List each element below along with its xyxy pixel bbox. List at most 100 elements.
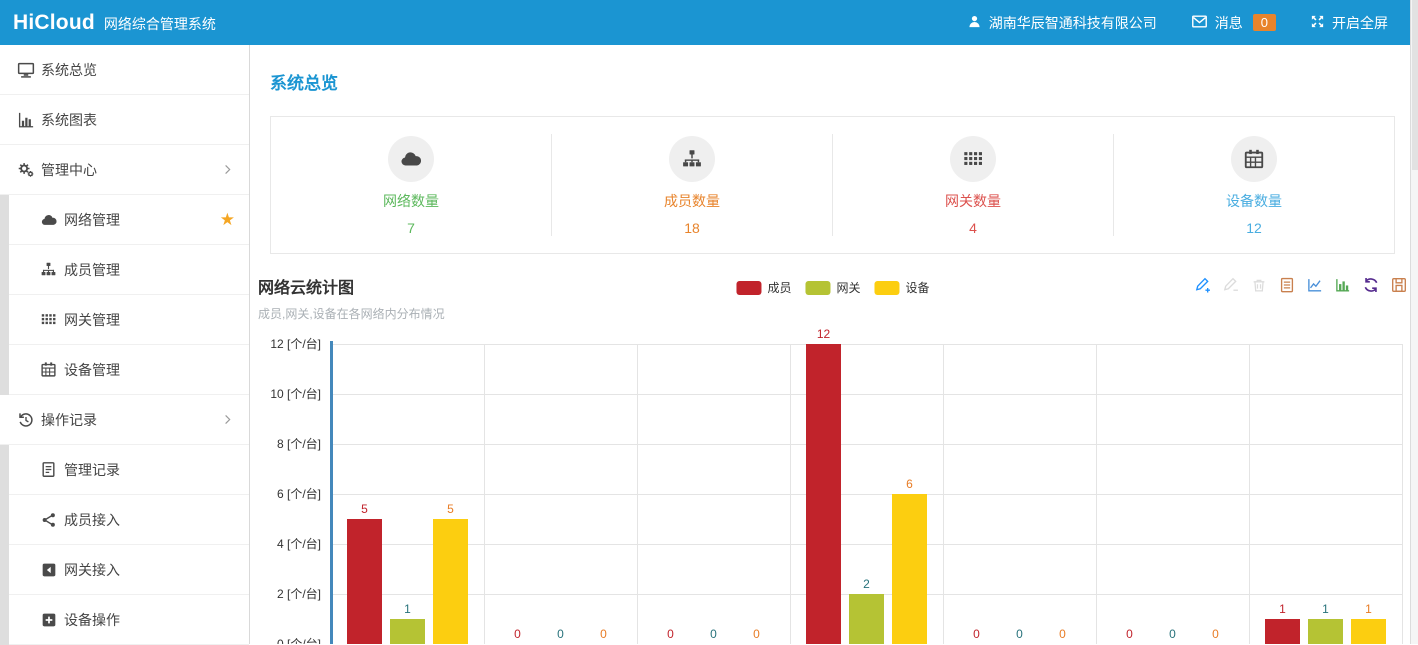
caret-left-square-icon <box>39 560 58 579</box>
bar-member <box>347 519 382 644</box>
company-menu[interactable]: 湖南华辰智通科技有限公司 <box>967 13 1157 33</box>
bar-value-label-device: 0 <box>586 627 621 642</box>
magic-type-bar-icon[interactable] <box>1334 276 1352 294</box>
cloud-icon <box>388 136 434 182</box>
bar-member <box>1265 619 1300 644</box>
page-scrollbar[interactable] <box>1410 0 1418 644</box>
sidebar-item-management-records[interactable]: 管理记录 <box>9 445 249 495</box>
magic-type-line-icon[interactable] <box>1306 276 1324 294</box>
gridline-vertical <box>484 344 485 644</box>
sidebar: 系统总览 系统图表 管理中心 网络管理 ★ 成员管理 网关管理 设备管理 操作记… <box>0 45 250 644</box>
sidebar-item-gateway-access[interactable]: 网关接入 <box>9 545 249 595</box>
gridline-horizontal <box>331 494 1402 495</box>
bar-chart-plot: 0 [个/台]2 [个/台]4 [个/台]6 [个/台]8 [个/台]10 [个… <box>251 338 1410 644</box>
bar-gateway <box>390 619 425 644</box>
bar-value-label-gateway: 1 <box>390 602 425 617</box>
sidebar-item-gateway-management[interactable]: 网关管理 <box>9 295 249 345</box>
expand-arrows-icon <box>1310 14 1325 32</box>
legend-swatch-gateways <box>805 281 830 295</box>
legend-swatch-devices <box>875 281 900 295</box>
bar-value-label-gateway: 0 <box>1002 627 1037 642</box>
sidebar-item-system-overview[interactable]: 系统总览 <box>0 45 249 95</box>
bar-value-label-member: 1 <box>1265 602 1300 617</box>
bar-value-label-device: 0 <box>1198 627 1233 642</box>
sidebar-item-member-management[interactable]: 成员管理 <box>9 245 249 295</box>
bar-value-label-device: 0 <box>1045 627 1080 642</box>
mark-pencil-add-icon[interactable] <box>1194 276 1212 294</box>
chevron-right-icon <box>221 163 235 177</box>
chart-legend: 成员 网关 设备 <box>736 279 929 296</box>
stat-value: 12 <box>1114 220 1394 236</box>
app-title: 网络综合管理系统 <box>104 14 216 34</box>
legend-item-devices[interactable]: 设备 <box>875 279 930 296</box>
sidebar-item-operation-records[interactable]: 操作记录 <box>0 395 249 445</box>
chart-toolbox <box>1194 276 1408 294</box>
gridline-horizontal <box>331 344 1402 345</box>
legend-item-gateways[interactable]: 网关 <box>805 279 860 296</box>
chevron-right-icon <box>221 413 235 427</box>
gridline-vertical <box>1096 344 1097 644</box>
y-axis-tick-label: 0 [个/台] <box>251 636 321 644</box>
bar-value-label-device: 0 <box>739 627 774 642</box>
y-axis-line <box>330 341 333 644</box>
stat-label: 设备数量 <box>1114 191 1394 211</box>
bar-value-label-member: 0 <box>959 627 994 642</box>
data-view-icon[interactable] <box>1278 276 1296 294</box>
records-submenu: 管理记录 成员接入 网关接入 设备操作 <box>0 445 249 645</box>
bar-value-label-gateway: 1 <box>1308 602 1343 617</box>
fullscreen-button[interactable]: 开启全屏 <box>1310 13 1388 33</box>
stat-value: 7 <box>271 220 551 236</box>
sidebar-item-member-access[interactable]: 成员接入 <box>9 495 249 545</box>
brand: HiCloud 网络综合管理系统 <box>13 11 216 35</box>
restore-icon[interactable] <box>1362 276 1380 294</box>
gridline-vertical <box>790 344 791 644</box>
bar-value-label-member: 0 <box>653 627 688 642</box>
y-axis-tick-label: 6 [个/台] <box>251 486 321 502</box>
sidebar-item-network-management[interactable]: 网络管理 ★ <box>9 195 249 245</box>
grid-icon <box>39 310 58 329</box>
gridline-vertical <box>1249 344 1250 644</box>
legend-item-members[interactable]: 成员 <box>736 279 791 296</box>
mark-clear-trash-icon[interactable] <box>1250 276 1268 294</box>
save-image-icon[interactable] <box>1390 276 1408 294</box>
history-icon <box>16 410 35 429</box>
plus-square-icon <box>39 610 58 629</box>
bar-value-label-member: 12 <box>806 327 841 342</box>
stat-card-gateways: 网关数量 4 <box>833 134 1114 236</box>
messages-count-badge: 0 <box>1253 14 1276 31</box>
grid-icon <box>950 136 996 182</box>
bar-value-label-gateway: 0 <box>1155 627 1190 642</box>
company-name: 湖南华辰智通科技有限公司 <box>989 13 1157 33</box>
envelope-icon <box>1191 13 1208 33</box>
cloud-icon <box>39 210 58 229</box>
y-axis-tick-label: 2 [个/台] <box>251 586 321 602</box>
stat-value: 4 <box>833 220 1113 236</box>
stat-label: 网关数量 <box>833 191 1113 211</box>
stat-card-networks: 网络数量 7 <box>271 134 552 236</box>
bar-value-label-device: 5 <box>433 502 468 517</box>
monitor-icon <box>16 60 35 79</box>
sidebar-item-management-center[interactable]: 管理中心 <box>0 145 249 195</box>
messages-menu[interactable]: 消息 0 <box>1191 13 1276 33</box>
scrollbar-thumb[interactable] <box>1412 0 1418 170</box>
stat-label: 网络数量 <box>271 191 551 211</box>
y-axis-tick-label: 12 [个/台] <box>251 336 321 352</box>
stat-label: 成员数量 <box>552 191 832 211</box>
bar-device <box>892 494 927 644</box>
sidebar-item-device-operations[interactable]: 设备操作 <box>9 595 249 645</box>
bar-value-label-gateway: 2 <box>849 577 884 592</box>
sidebar-item-system-charts[interactable]: 系统图表 <box>0 95 249 145</box>
stat-card-members: 成员数量 18 <box>552 134 833 236</box>
gridline-horizontal <box>331 444 1402 445</box>
bar-member <box>806 344 841 644</box>
brand-logo: HiCloud <box>13 11 95 35</box>
sitemap-icon <box>669 136 715 182</box>
management-submenu: 网络管理 ★ 成员管理 网关管理 设备管理 <box>0 195 249 395</box>
bar-gateway <box>849 594 884 644</box>
mark-pencil-remove-icon[interactable] <box>1222 276 1240 294</box>
bar-value-label-device: 1 <box>1351 602 1386 617</box>
gridline-vertical <box>637 344 638 644</box>
share-icon <box>39 510 58 529</box>
page-title: 系统总览 <box>270 69 1410 91</box>
sidebar-item-device-management[interactable]: 设备管理 <box>9 345 249 395</box>
